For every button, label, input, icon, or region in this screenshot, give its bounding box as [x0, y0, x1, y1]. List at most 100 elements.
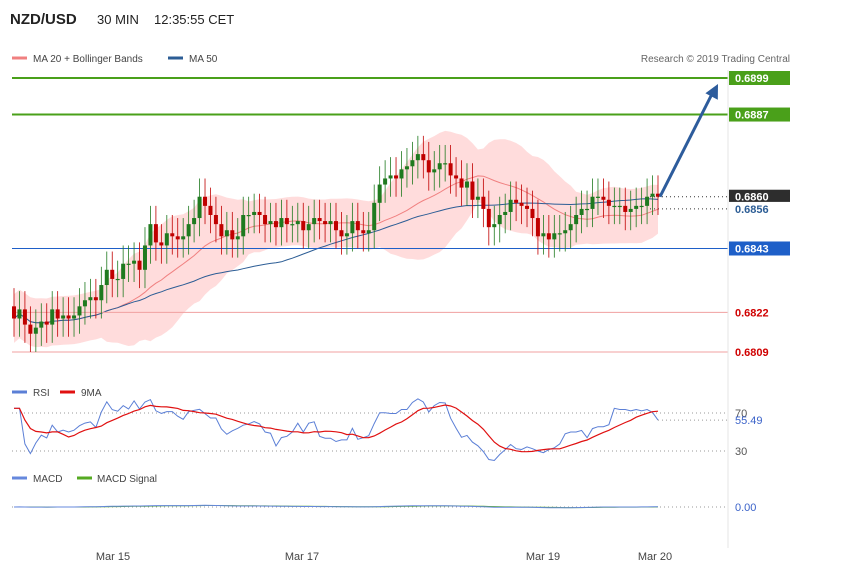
price-chart: NZD/USD 30 MIN 12:35:55 CET MA 20 + Boll…: [10, 11, 790, 563]
candle-body: [377, 184, 382, 203]
candle-body: [197, 196, 202, 219]
candle-body: [317, 218, 322, 222]
candle-body: [257, 211, 262, 215]
candle-body: [290, 224, 295, 226]
candle-body: [383, 178, 388, 185]
candle-body: [301, 221, 306, 231]
candle-body: [579, 208, 584, 215]
rsi-last-value: 55.49: [735, 415, 763, 427]
candle-body: [306, 224, 311, 231]
macd-panel: 0.00: [12, 502, 756, 514]
level-label-0.6822: 0.6822: [735, 307, 769, 319]
candle-body: [344, 233, 349, 237]
level-label-0.6856: 0.6856: [735, 204, 769, 216]
candle-body: [50, 309, 55, 325]
rsi-ma-line: [14, 404, 659, 453]
candle-body: [568, 224, 573, 231]
candle-body: [541, 233, 546, 237]
ma20-legend-label: MA 20 + Bollinger Bands: [33, 54, 143, 65]
candle-body: [235, 236, 240, 240]
candle-body: [404, 166, 409, 170]
candle-body: [355, 221, 360, 231]
x-tick-label: Mar 20: [638, 551, 672, 563]
candle-body: [606, 199, 611, 206]
candle-body: [186, 224, 191, 237]
candle-body: [443, 163, 448, 165]
candle-body: [148, 224, 153, 246]
candle-body: [486, 208, 491, 228]
candle-body: [72, 315, 77, 319]
candle-body: [61, 315, 66, 319]
candle-body: [82, 300, 87, 307]
candle-body: [497, 215, 502, 225]
candle-body: [464, 181, 469, 188]
level-label-0.6843: 0.6843: [735, 243, 769, 255]
candle-body: [312, 218, 317, 225]
candle-body: [557, 233, 562, 235]
candle-body: [284, 218, 289, 225]
rsi-legend-label: RSI: [33, 388, 50, 399]
ma50-legend-label: MA 50: [189, 54, 218, 65]
candle-body: [470, 181, 475, 200]
candle-body: [459, 178, 464, 188]
candle-body: [399, 169, 404, 179]
candle-body: [55, 309, 60, 319]
candle-body: [519, 202, 524, 206]
candle-body: [17, 309, 22, 319]
timeframe-label: 30 MIN: [97, 12, 139, 27]
candle-body: [213, 215, 218, 225]
candle-body: [22, 309, 27, 325]
candle-body: [170, 233, 175, 237]
candle-body: [552, 233, 557, 240]
candle-body: [273, 221, 278, 228]
candle-body: [595, 196, 600, 198]
candle-body: [99, 285, 104, 301]
candle-body: [535, 218, 540, 237]
candle-body: [219, 224, 224, 237]
candle-body: [39, 321, 44, 328]
signal-legend-label: MACD Signal: [97, 474, 157, 485]
candle-body: [33, 327, 38, 334]
candle-body: [28, 324, 33, 334]
candle-body: [334, 221, 338, 231]
candle-body: [590, 196, 595, 209]
candle-body: [481, 196, 486, 209]
candle-body: [448, 163, 453, 176]
candle-body: [454, 175, 459, 179]
candle-body: [126, 263, 131, 265]
candle-body: [268, 221, 273, 225]
candle-body: [110, 269, 115, 279]
candle-body: [388, 175, 393, 179]
candle-body: [366, 230, 371, 234]
candle-body: [546, 233, 551, 240]
candle-body: [246, 215, 251, 217]
forecast-arrow-line: [658, 89, 716, 198]
level-label-0.6899: 0.6899: [735, 73, 769, 85]
candle-body: [612, 205, 617, 208]
candle-body: [88, 297, 93, 301]
candle-body: [181, 236, 186, 240]
candle-body: [175, 236, 180, 240]
candle-body: [104, 269, 109, 286]
candle-body: [394, 175, 399, 179]
pair-title: NZD/USD: [10, 11, 77, 28]
x-tick-label: Mar 19: [526, 551, 560, 563]
candle-body: [415, 154, 420, 161]
candle-body: [601, 196, 606, 200]
candle-body: [241, 215, 246, 237]
candle-body: [514, 199, 519, 203]
candle-body: [623, 205, 628, 212]
candle-body: [44, 321, 49, 325]
macd-legend-label: MACD: [33, 474, 62, 485]
candle-body: [252, 211, 257, 215]
candle-body: [650, 193, 655, 197]
candle-body: [295, 221, 300, 225]
candle-body: [634, 205, 639, 209]
candle-body: [372, 202, 377, 231]
candle-body: [492, 224, 497, 228]
x-tick-label: Mar 15: [96, 551, 130, 563]
candle-body: [361, 230, 366, 234]
time-label: 12:35:55 CET: [154, 12, 234, 27]
candle-body: [426, 160, 431, 173]
candle-body: [12, 306, 16, 319]
